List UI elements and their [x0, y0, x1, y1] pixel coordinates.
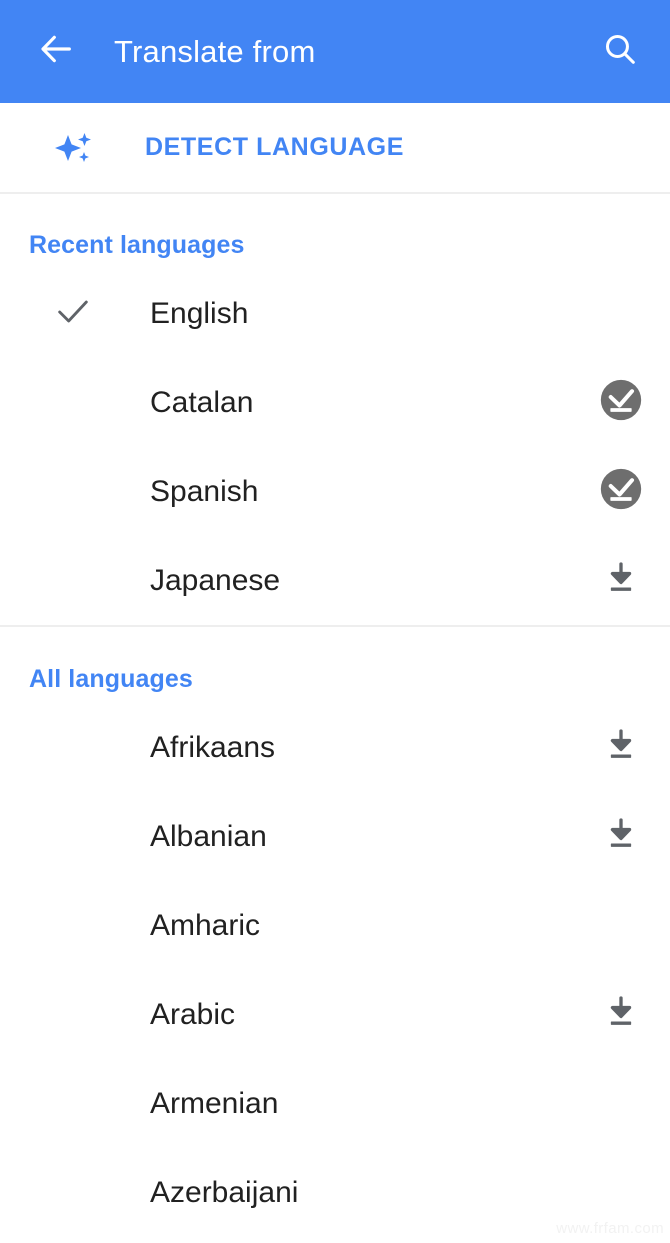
- section-recent-languages: Recent languages English Catalan Spanish Ja…: [0, 194, 670, 625]
- language-name: Amharic: [150, 908, 261, 942]
- section-all-languages: All languages Afrikaans Albanian Amharic Ar…: [0, 627, 670, 1237]
- language-action-empty: [597, 290, 645, 338]
- download-icon: [602, 726, 640, 769]
- section-title-all: All languages: [29, 665, 193, 693]
- section-title-recent: Recent languages: [29, 231, 245, 259]
- detect-language-label: DETECT LANGUAGE: [145, 133, 404, 161]
- download-language-button[interactable]: [597, 813, 645, 861]
- language-name: Spanish: [150, 474, 259, 508]
- download-language-button[interactable]: [597, 991, 645, 1039]
- app-bar: Translate from: [0, 0, 670, 103]
- check-icon: [53, 291, 93, 336]
- language-downloaded-button[interactable]: [597, 468, 645, 516]
- language-row[interactable]: Arabic: [0, 970, 670, 1059]
- downloaded-badge-icon: [599, 378, 643, 427]
- language-name: Azerbaijani: [150, 1175, 299, 1209]
- arrow-left-icon: [36, 29, 76, 74]
- language-name: Japanese: [150, 563, 281, 597]
- download-icon: [602, 815, 640, 858]
- language-row[interactable]: Albanian: [0, 792, 670, 881]
- language-row[interactable]: Azerbaijani: [0, 1148, 670, 1237]
- download-icon: [602, 559, 640, 602]
- language-action-empty: [597, 902, 645, 950]
- language-row[interactable]: Afrikaans: [0, 703, 670, 792]
- language-name: Afrikaans: [150, 730, 276, 764]
- language-row[interactable]: Catalan: [0, 358, 670, 447]
- language-row[interactable]: Spanish: [0, 447, 670, 536]
- search-icon: [601, 30, 639, 73]
- search-button[interactable]: [592, 24, 648, 80]
- page-title: Translate from: [114, 33, 316, 69]
- language-name: English: [150, 296, 249, 330]
- language-name: Armenian: [150, 1086, 279, 1120]
- language-row[interactable]: Amharic: [0, 881, 670, 970]
- language-name: Albanian: [150, 819, 267, 853]
- downloaded-badge-icon: [599, 467, 643, 516]
- language-row[interactable]: English: [0, 269, 670, 358]
- detect-language-row[interactable]: DETECT LANGUAGE: [0, 103, 670, 194]
- download-language-button[interactable]: [597, 557, 645, 605]
- sparkles-icon: [53, 127, 95, 169]
- language-row[interactable]: Japanese: [0, 536, 670, 625]
- language-name: Arabic: [150, 997, 236, 1031]
- back-button[interactable]: [28, 24, 84, 80]
- language-downloaded-button[interactable]: [597, 379, 645, 427]
- recent-language-list: English Catalan Spanish Japanese: [0, 269, 670, 625]
- language-row[interactable]: Armenian: [0, 1059, 670, 1148]
- download-icon: [602, 993, 640, 1036]
- language-action-empty: [597, 1169, 645, 1217]
- download-language-button[interactable]: [597, 724, 645, 772]
- all-language-list: Afrikaans Albanian Amharic Arabic Armenian Az…: [0, 703, 670, 1237]
- language-selected-indicator: [53, 291, 115, 336]
- language-action-empty: [597, 1080, 645, 1128]
- language-name: Catalan: [150, 385, 254, 419]
